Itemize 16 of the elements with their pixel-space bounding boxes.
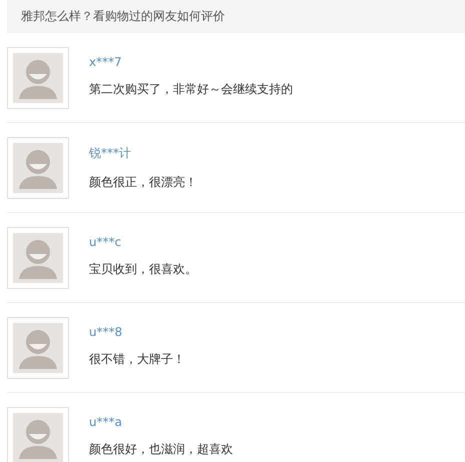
review-text: 很不错，大牌子！ bbox=[89, 351, 185, 368]
username: 锐***计 bbox=[89, 145, 132, 162]
username: u***a bbox=[89, 415, 123, 429]
username: u***c bbox=[89, 235, 122, 249]
review-text: 颜色很正，很漂亮！ bbox=[89, 174, 197, 191]
avatar-icon bbox=[13, 413, 63, 462]
username: u***8 bbox=[89, 325, 124, 339]
avatar-icon bbox=[13, 323, 63, 373]
review-text: 颜色很好，也滋润，超喜欢 bbox=[89, 441, 233, 458]
avatar-icon bbox=[13, 233, 63, 283]
review-text: 第二次购买了，非常好～会继续支持的 bbox=[89, 81, 293, 98]
review-text: 宝贝收到，很喜欢。 bbox=[89, 261, 197, 278]
username: x***7 bbox=[89, 55, 123, 69]
section-header: 雅邦怎么样？看购物过的网友如何评价 bbox=[7, 0, 465, 33]
avatar-icon bbox=[13, 143, 63, 193]
avatar-icon bbox=[13, 53, 63, 103]
